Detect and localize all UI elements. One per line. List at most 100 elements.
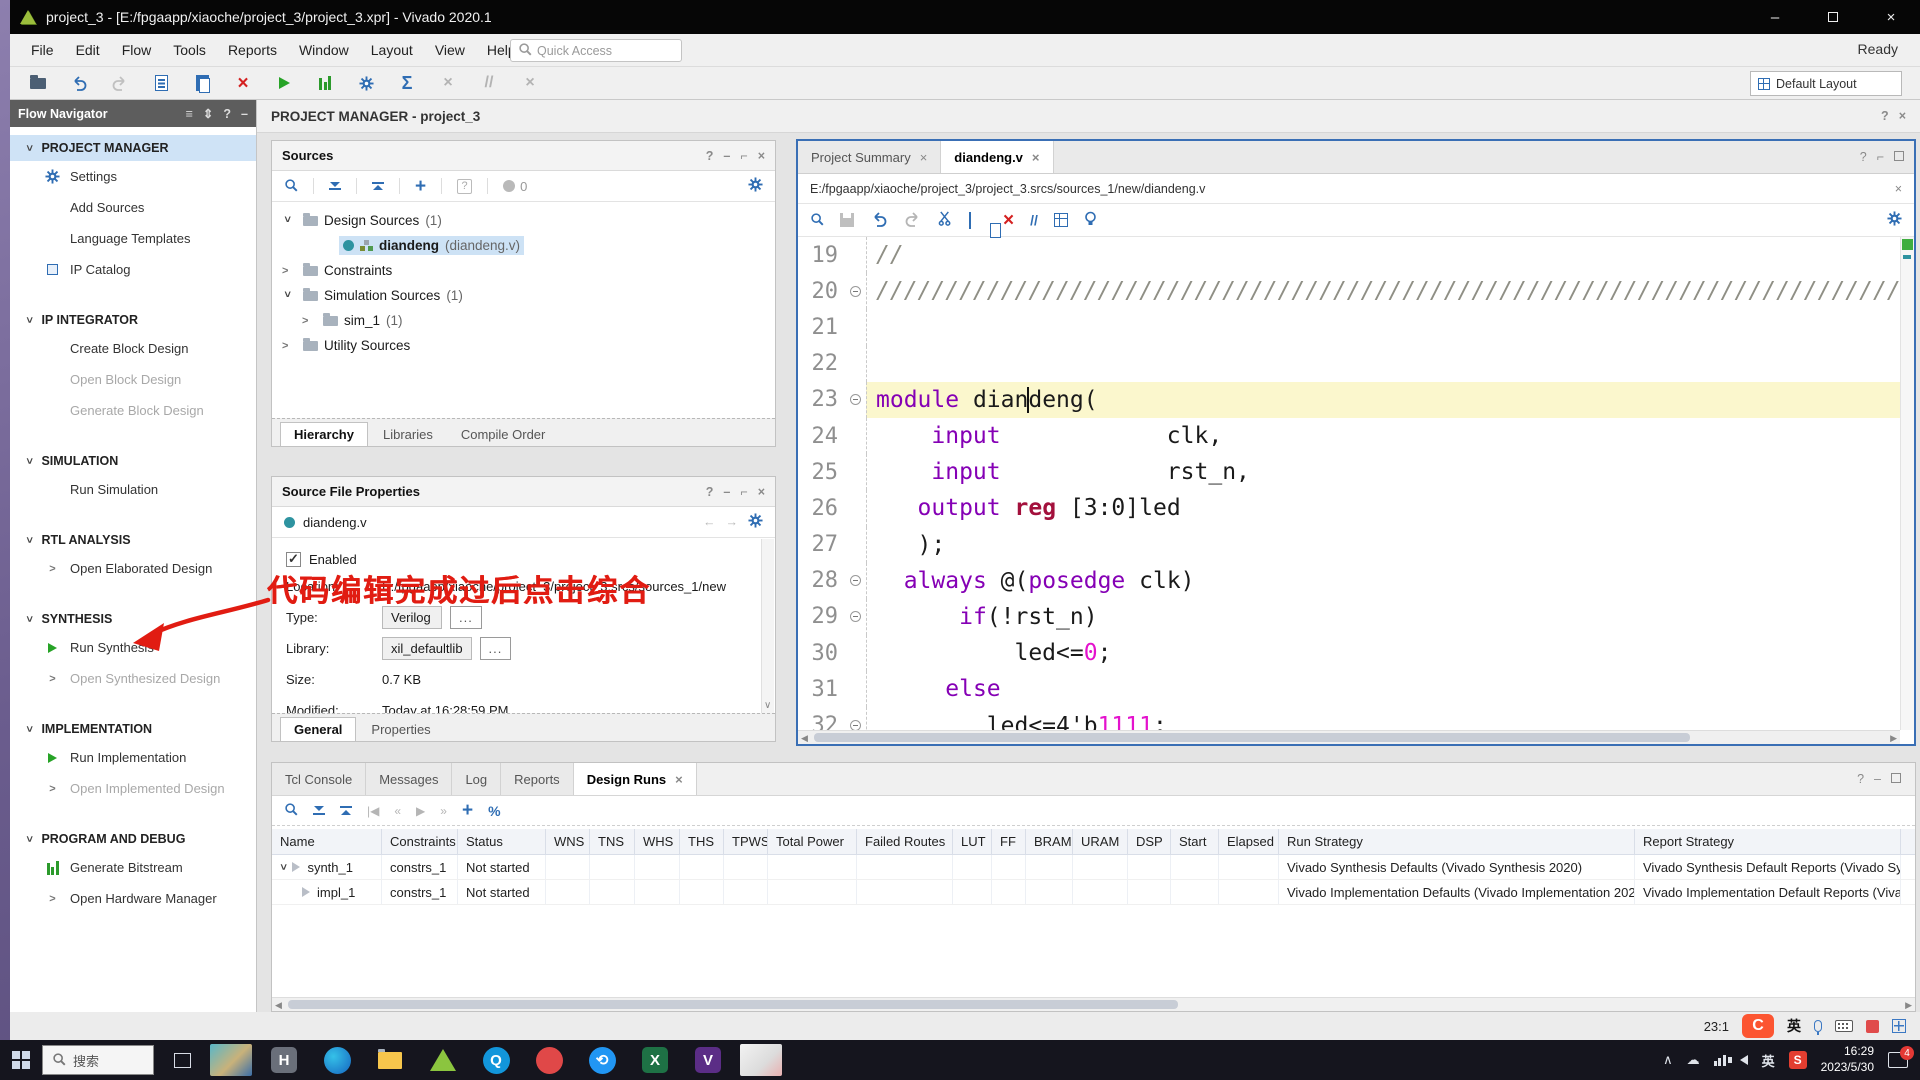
editor-horizontal-scrollbar[interactable]: ◀ ▶: [798, 730, 1900, 744]
column-header-ths[interactable]: THS: [680, 829, 724, 854]
sum-icon[interactable]: Σ: [397, 73, 417, 93]
volume-icon[interactable]: [1740, 1055, 1748, 1065]
design-run-row-synth_1[interactable]: >synth_1constrs_1Not startedVivado Synth…: [272, 855, 1915, 880]
tree-item-Design Sources[interactable]: >Design Sources(1): [272, 208, 775, 233]
menu-layout[interactable]: Layout: [360, 42, 424, 58]
copy-icon[interactable]: [151, 73, 171, 93]
help-icon[interactable]: ?: [706, 485, 714, 499]
cloud-icon[interactable]: ☁: [1687, 1052, 1700, 1068]
quick-access-search[interactable]: Quick Access: [510, 39, 682, 62]
code-line-26[interactable]: 26 output reg [3:0]led: [798, 490, 1900, 526]
bottom-horizontal-scrollbar[interactable]: ◀ ▶: [272, 997, 1915, 1011]
column-header-bram[interactable]: BRAM: [1026, 829, 1073, 854]
close-icon[interactable]: ×: [758, 485, 765, 499]
column-header-whs[interactable]: WHS: [635, 829, 680, 854]
search-icon[interactable]: [810, 212, 824, 229]
column-header-constraints[interactable]: Constraints: [382, 829, 458, 854]
microphone-icon[interactable]: [1814, 1020, 1822, 1032]
taskbar-app-file-explorer[interactable]: [368, 1041, 412, 1079]
float-icon[interactable]: ⌐: [1877, 150, 1884, 164]
flownav-item-ip-catalog[interactable]: IP Catalog: [10, 254, 256, 285]
code-line-19[interactable]: 19//: [798, 237, 1900, 273]
copy-icon[interactable]: [969, 213, 971, 228]
undo-icon[interactable]: [69, 73, 89, 93]
open-project-icon[interactable]: [28, 73, 48, 93]
flownav-section-header[interactable]: >SYNTHESIS: [10, 606, 256, 632]
flownav-item-run-implementation[interactable]: Run Implementation: [10, 742, 256, 773]
forward-icon[interactable]: →: [726, 515, 739, 529]
column-header-wns[interactable]: WNS: [546, 829, 590, 854]
percent-icon[interactable]: %: [488, 803, 500, 819]
add-sources-icon[interactable]: +: [415, 177, 426, 196]
maximize-button[interactable]: [1804, 9, 1862, 26]
redo-icon[interactable]: [110, 73, 130, 93]
minimize-icon[interactable]: –: [723, 485, 730, 499]
column-header-elapsed[interactable]: Elapsed: [1219, 829, 1279, 854]
keyboard-icon[interactable]: [1835, 1020, 1853, 1032]
settings-gear-icon[interactable]: [748, 513, 763, 531]
taskbar-app-blue-q-app[interactable]: Q: [474, 1041, 518, 1079]
help-icon[interactable]: ?: [223, 107, 231, 121]
close-icon[interactable]: ×: [1899, 109, 1906, 123]
property-value-box[interactable]: xil_defaultlib: [382, 637, 472, 660]
column-header-dsp[interactable]: DSP: [1128, 829, 1171, 854]
collapse-all-icon[interactable]: ≡: [186, 107, 193, 121]
bottom-tab-design-runs[interactable]: Design Runs×: [574, 763, 697, 795]
column-header-ff[interactable]: FF: [992, 829, 1026, 854]
tray-expand-icon[interactable]: ∧: [1663, 1052, 1673, 1068]
taskbar-app-screenshot-thumb[interactable]: [739, 1041, 783, 1079]
chevron-down-icon[interactable]: >: [281, 216, 293, 226]
tree-item-Utility Sources[interactable]: >Utility Sources: [272, 333, 775, 358]
generate-bitstream-icon[interactable]: [315, 73, 335, 93]
search-icon[interactable]: [284, 802, 298, 819]
tree-item-Simulation Sources[interactable]: >Simulation Sources(1): [272, 283, 775, 308]
code-line-28[interactable]: 28 always @(posedge clk): [798, 563, 1900, 599]
editor-tab-project-summary[interactable]: Project Summary×: [798, 141, 941, 173]
flownav-section-header[interactable]: >RTL ANALYSIS: [10, 527, 256, 553]
ime-red-icon[interactable]: [1866, 1020, 1879, 1033]
cut-icon[interactable]: [938, 211, 953, 229]
fold-collapse-icon[interactable]: [850, 575, 861, 586]
expand-icon[interactable]: ⇕: [203, 106, 213, 121]
taskbar-app-blue-sync-app[interactable]: ⟲: [580, 1041, 624, 1079]
code-line-22[interactable]: 22: [798, 346, 1900, 382]
network-icon[interactable]: [1714, 1055, 1726, 1066]
column-header-uram[interactable]: URAM: [1073, 829, 1128, 854]
column-header-start[interactable]: Start: [1171, 829, 1219, 854]
code-line-25[interactable]: 25 input rst_n,: [798, 454, 1900, 490]
close-tab-icon[interactable]: ×: [675, 772, 683, 787]
fold-marker[interactable]: [844, 599, 866, 635]
flownav-item-create-block-design[interactable]: Create Block Design: [10, 333, 256, 364]
flownav-item-open-hardware-manager[interactable]: >Open Hardware Manager: [10, 883, 256, 914]
help-icon[interactable]: ?: [1857, 772, 1864, 786]
code-line-27[interactable]: 27 );: [798, 527, 1900, 563]
taskbar-app-app-h[interactable]: H: [262, 1041, 306, 1079]
expand-all-icon[interactable]: [372, 182, 384, 191]
help-icon[interactable]: ?: [706, 149, 714, 163]
collapse-all-icon[interactable]: [329, 182, 341, 191]
columns-icon[interactable]: [1054, 213, 1068, 227]
minimize-panel-icon[interactable]: –: [241, 107, 248, 121]
fold-collapse-icon[interactable]: [850, 611, 861, 622]
minimize-button[interactable]: –: [1746, 9, 1804, 26]
taskbar-app-vivado[interactable]: [421, 1041, 465, 1079]
collapse-all-icon[interactable]: [313, 806, 325, 815]
code-line-31[interactable]: 31 else: [798, 671, 1900, 707]
menu-view[interactable]: View: [424, 42, 476, 58]
code-line-21[interactable]: 21: [798, 309, 1900, 345]
chevron-right-icon[interactable]: >: [282, 340, 292, 352]
flownav-item-language-templates[interactable]: Language Templates: [10, 223, 256, 254]
fold-collapse-icon[interactable]: [850, 394, 861, 405]
menu-window[interactable]: Window: [288, 42, 360, 58]
column-header-failed-routes[interactable]: Failed Routes: [857, 829, 953, 854]
fold-marker[interactable]: [844, 382, 866, 418]
column-header-tpws[interactable]: TPWS: [724, 829, 768, 854]
scrollbar-thumb[interactable]: [814, 733, 1690, 742]
menu-flow[interactable]: Flow: [111, 42, 163, 58]
minimize-icon[interactable]: –: [723, 149, 730, 163]
run-icon[interactable]: [274, 73, 294, 93]
help-icon[interactable]: ?: [1860, 150, 1867, 164]
flownav-section-header[interactable]: >PROJECT MANAGER: [10, 135, 256, 161]
fold-collapse-icon[interactable]: [850, 286, 861, 297]
code-line-20[interactable]: 20//////////////////////////////////////…: [798, 273, 1900, 309]
